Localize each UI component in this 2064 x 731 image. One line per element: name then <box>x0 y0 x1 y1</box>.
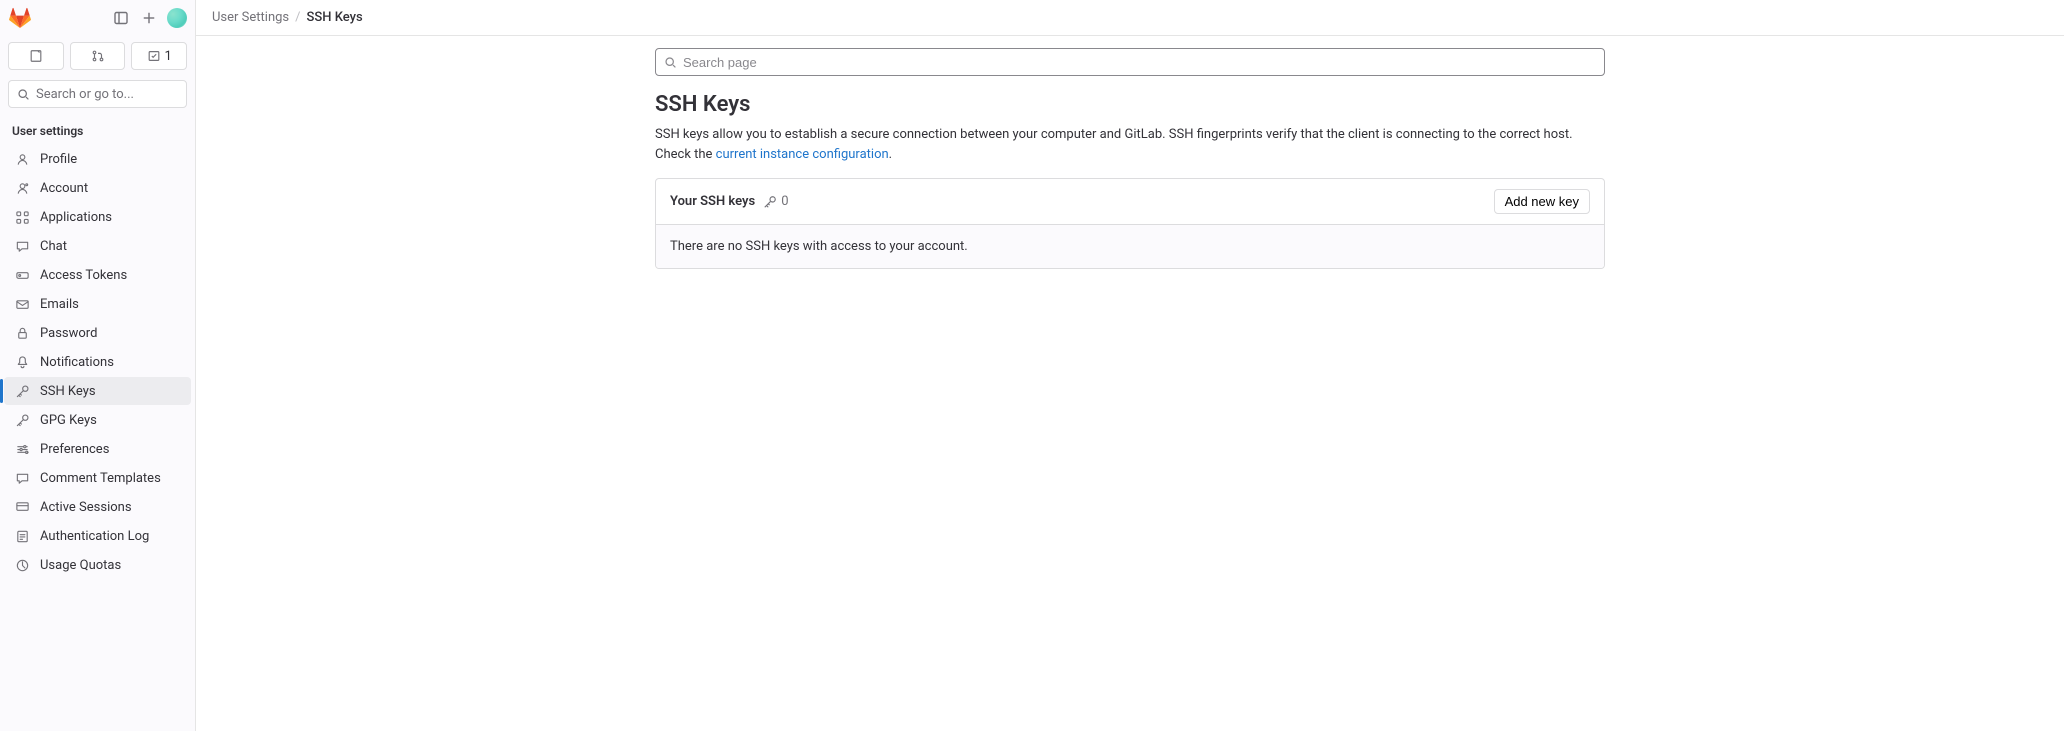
user-avatar[interactable] <box>167 8 187 28</box>
key-icon <box>14 383 30 399</box>
page-search-input[interactable] <box>683 55 1596 70</box>
comment-icon <box>14 470 30 486</box>
card-title: Your SSH keys <box>670 194 755 209</box>
sidebar-item-chat[interactable]: Chat <box>4 232 191 260</box>
sidebar-item-label: Preferences <box>40 442 109 457</box>
sidebar-search-placeholder: Search or go to... <box>36 87 134 102</box>
todo-count: 1 <box>165 49 172 64</box>
card-empty-message: There are no SSH keys with access to you… <box>656 224 1604 268</box>
sidebar-item-account[interactable]: Account <box>4 174 191 202</box>
instance-config-link[interactable]: current instance configuration <box>716 147 889 162</box>
sidebar-item-label: Authentication Log <box>40 529 149 544</box>
user-icon <box>14 151 30 167</box>
todo-button[interactable]: 1 <box>131 42 187 70</box>
token-icon <box>14 267 30 283</box>
sidebar-item-password[interactable]: Password <box>4 319 191 347</box>
sidebar-nav: Profile Account Applications Chat Access Tok… <box>0 144 195 580</box>
sidebar-item-gpg-keys[interactable]: GPG Keys <box>4 406 191 434</box>
apps-icon <box>14 209 30 225</box>
chat-icon <box>14 238 30 254</box>
sidebar-item-label: Applications <box>40 210 112 225</box>
account-icon <box>14 180 30 196</box>
plus-icon[interactable] <box>139 8 159 28</box>
sidebar-header <box>0 0 195 36</box>
gitlab-logo[interactable] <box>8 6 32 30</box>
sidebar-item-access-tokens[interactable]: Access Tokens <box>4 261 191 289</box>
sidebar: 1 Search or go to... User settings Profi… <box>0 0 196 731</box>
sidebar-item-label: Notifications <box>40 355 114 370</box>
sidebar-item-label: GPG Keys <box>40 413 97 428</box>
breadcrumb-separator: / <box>295 10 300 25</box>
sidebar-item-authentication-log[interactable]: Authentication Log <box>4 522 191 550</box>
log-icon <box>14 528 30 544</box>
sidebar-item-label: Active Sessions <box>40 500 132 515</box>
sessions-icon <box>14 499 30 515</box>
sidebar-item-label: Chat <box>40 239 67 254</box>
sidebar-item-profile[interactable]: Profile <box>4 145 191 173</box>
sidebar-search[interactable]: Search or go to... <box>8 80 187 108</box>
sidebar-item-ssh-keys[interactable]: SSH Keys <box>4 377 191 405</box>
page-description: SSH keys allow you to establish a secure… <box>655 125 1605 164</box>
content: SSH Keys SSH keys allow you to establish… <box>196 36 2064 281</box>
sidebar-item-label: Emails <box>40 297 79 312</box>
sidebar-item-emails[interactable]: Emails <box>4 290 191 318</box>
sidebar-item-comment-templates[interactable]: Comment Templates <box>4 464 191 492</box>
page-search[interactable] <box>655 48 1605 76</box>
collapse-sidebar-icon[interactable] <box>111 8 131 28</box>
merge-requests-button[interactable] <box>70 42 126 70</box>
email-icon <box>14 296 30 312</box>
key-icon <box>763 195 777 209</box>
sidebar-item-label: Access Tokens <box>40 268 127 283</box>
page-title: SSH Keys <box>655 92 1605 117</box>
sidebar-item-label: Profile <box>40 152 77 167</box>
quota-icon <box>14 557 30 573</box>
sidebar-item-usage-quotas[interactable]: Usage Quotas <box>4 551 191 579</box>
key-icon <box>14 412 30 428</box>
sidebar-item-label: Password <box>40 326 97 341</box>
issues-button[interactable] <box>8 42 64 70</box>
card-header: Your SSH keys 0 Add new key <box>656 179 1604 224</box>
sidebar-item-label: Comment Templates <box>40 471 161 486</box>
sidebar-item-applications[interactable]: Applications <box>4 203 191 231</box>
sidebar-item-label: Usage Quotas <box>40 558 121 573</box>
sidebar-item-notifications[interactable]: Notifications <box>4 348 191 376</box>
sidebar-section-title: User settings <box>0 118 195 144</box>
bell-icon <box>14 354 30 370</box>
prefs-icon <box>14 441 30 457</box>
search-icon <box>664 56 677 69</box>
lock-icon <box>14 325 30 341</box>
breadcrumb: User Settings / SSH Keys <box>196 0 2064 36</box>
breadcrumb-current: SSH Keys <box>307 10 363 25</box>
search-icon <box>17 88 30 101</box>
sidebar-item-active-sessions[interactable]: Active Sessions <box>4 493 191 521</box>
breadcrumb-parent[interactable]: User Settings <box>212 10 289 25</box>
ssh-keys-card: Your SSH keys 0 Add new key There are no… <box>655 178 1605 269</box>
sidebar-item-label: Account <box>40 181 88 196</box>
sidebar-item-label: SSH Keys <box>40 384 96 399</box>
key-count: 0 <box>763 194 788 209</box>
sidebar-quick-buttons: 1 <box>0 36 195 76</box>
main: User Settings / SSH Keys SSH Keys SSH ke… <box>196 0 2064 731</box>
sidebar-item-preferences[interactable]: Preferences <box>4 435 191 463</box>
add-new-key-button[interactable]: Add new key <box>1494 189 1590 214</box>
